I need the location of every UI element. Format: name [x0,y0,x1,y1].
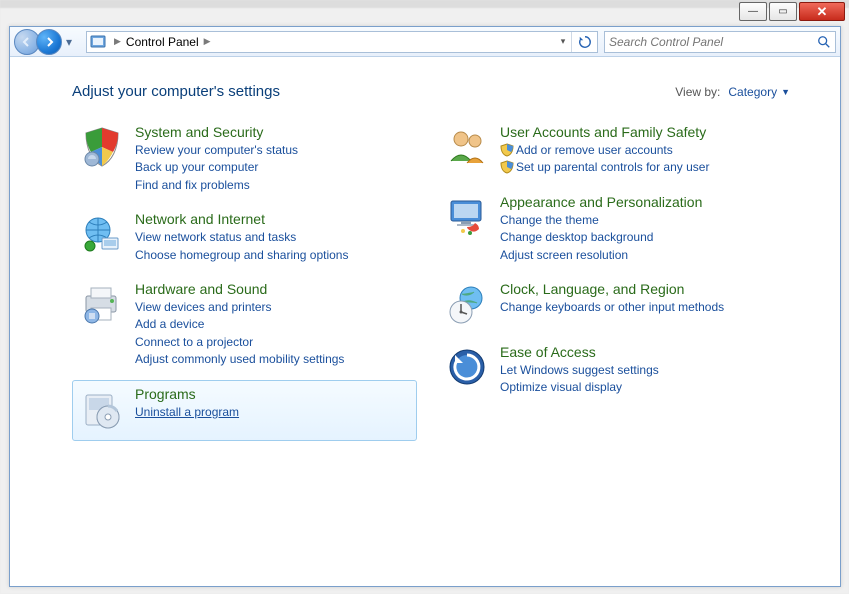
control-panel-icon [87,32,109,52]
search-box[interactable] [604,31,836,53]
category-title[interactable]: User Accounts and Family Safety [500,124,709,140]
minimize-button[interactable]: — [739,2,767,21]
nav-history-dropdown[interactable]: ▾ [62,29,76,55]
category-programs[interactable]: Programs Uninstall a program [72,380,417,441]
link-choose-homegroup[interactable]: Choose homegroup and sharing options [135,247,348,264]
monitor-paint-icon [444,194,490,240]
globe-network-icon [79,211,125,257]
forward-button[interactable] [36,29,62,55]
ease-of-access-icon [444,344,490,390]
link-parental-controls[interactable]: Set up parental controls for any user [500,159,709,176]
view-by-value: Category [728,85,777,99]
category-title[interactable]: Hardware and Sound [135,281,344,297]
arrow-right-icon [44,37,54,47]
arrow-left-icon [22,37,32,47]
category-title[interactable]: System and Security [135,124,298,140]
refresh-icon [578,35,592,49]
link-add-remove-accounts[interactable]: Add or remove user accounts [500,142,709,159]
control-panel-window: ▾ ▶ Control Panel ▶ ▾ [9,26,841,587]
people-icon [444,124,490,170]
category-ease-of-access[interactable]: Ease of Access Let Windows suggest setti… [437,338,782,406]
link-connect-projector[interactable]: Connect to a projector [135,334,344,351]
link-change-keyboards[interactable]: Change keyboards or other input methods [500,299,724,316]
link-adjust-resolution[interactable]: Adjust screen resolution [500,247,702,264]
link-uninstall-program[interactable]: Uninstall a program [135,404,239,421]
category-hardware-and-sound[interactable]: Hardware and Sound View devices and prin… [72,275,417,378]
maximize-button[interactable]: ▭ [769,2,797,21]
address-bar: ▾ ▶ Control Panel ▶ ▾ [10,27,840,57]
category-user-accounts[interactable]: User Accounts and Family Safety Add or r… [437,118,782,186]
link-change-theme[interactable]: Change the theme [500,212,702,229]
link-optimize-visual[interactable]: Optimize visual display [500,379,659,396]
link-view-devices-printers[interactable]: View devices and printers [135,299,344,316]
uac-shield-icon [500,143,514,157]
clock-globe-icon [444,281,490,327]
chevron-down-icon: ▼ [781,87,790,97]
view-by-dropdown[interactable]: Category ▼ [728,85,790,99]
category-title[interactable]: Programs [135,386,239,402]
link-find-fix-problems[interactable]: Find and fix problems [135,177,298,194]
window-controls: — ▭ ✕ [739,2,845,21]
category-system-and-security[interactable]: System and Security Review your computer… [72,118,417,203]
category-appearance[interactable]: Appearance and Personalization Change th… [437,188,782,273]
nav-buttons: ▾ [10,29,80,55]
category-clock-language-region[interactable]: Clock, Language, and Region Change keybo… [437,275,782,336]
category-title[interactable]: Clock, Language, and Region [500,281,724,297]
breadcrumb[interactable]: ▶ Control Panel ▶ ▾ [86,31,598,53]
breadcrumb-dropdown[interactable]: ▾ [555,36,571,47]
category-title[interactable]: Appearance and Personalization [500,194,702,210]
link-view-network-status[interactable]: View network status and tasks [135,229,348,246]
search-input[interactable] [605,35,813,49]
breadcrumb-control-panel[interactable]: Control Panel [126,35,199,49]
close-button[interactable]: ✕ [799,2,845,21]
category-network-and-internet[interactable]: Network and Internet View network status… [72,205,417,273]
uac-shield-icon [500,160,514,174]
link-back-up[interactable]: Back up your computer [135,159,298,176]
category-title[interactable]: Ease of Access [500,344,659,360]
link-adjust-mobility[interactable]: Adjust commonly used mobility settings [135,351,344,368]
link-review-status[interactable]: Review your computer's status [135,142,298,159]
page-title: Adjust your computer's settings [72,83,280,100]
right-column: User Accounts and Family Safety Add or r… [437,118,782,443]
printer-icon [79,281,125,327]
category-title[interactable]: Network and Internet [135,211,348,227]
breadcrumb-separator: ▶ [109,36,126,47]
left-column: System and Security Review your computer… [72,118,417,443]
shield-icon [79,124,125,170]
search-icon[interactable] [813,32,835,52]
link-change-desktop-bg[interactable]: Change desktop background [500,229,702,246]
disc-box-icon [79,386,125,432]
content-area: Adjust your computer's settings View by:… [10,57,840,586]
view-by: View by: Category ▼ [675,85,790,99]
link-let-windows-suggest[interactable]: Let Windows suggest settings [500,362,659,379]
refresh-button[interactable] [571,32,597,52]
view-by-label: View by: [675,85,720,99]
breadcrumb-separator[interactable]: ▶ [199,36,216,47]
link-add-device[interactable]: Add a device [135,316,344,333]
